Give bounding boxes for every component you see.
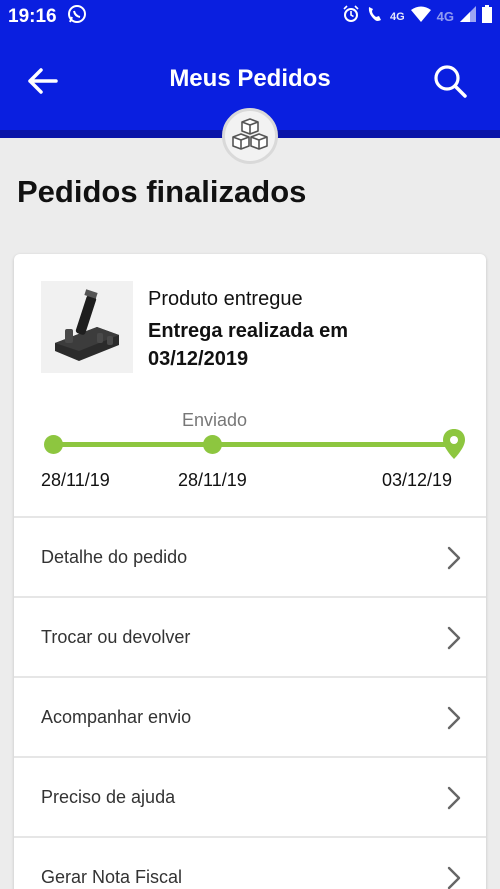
generate-invoice-item[interactable]: Gerar Nota Fiscal [14,836,486,889]
timeline-date-delivered: 03/12/19 [382,470,453,490]
delivery-timeline: Enviado 28/11/19 28/11/19 03/12/19 [14,404,486,504]
exchange-return-label: Trocar ou devolver [41,626,191,647]
chevron-right-icon [447,546,461,570]
page-title: Meus Pedidos [169,65,331,92]
timeline-date-shipped: 28/11/19 [178,470,247,490]
search-button[interactable] [430,61,470,101]
network-type-label-secondary: 4G [436,9,454,24]
product-image[interactable] [41,281,133,373]
timeline-dot-start [44,435,63,454]
status-bar: 19:16 4G 4G [0,0,500,33]
timeline-caption: Enviado [182,410,248,430]
order-detail-item[interactable]: Detalhe do pedido [14,516,486,596]
timeline-dot-shipped [203,435,222,454]
section-title: Pedidos finalizados [17,174,307,209]
status-bar-right: 4G 4G [342,5,492,28]
chevron-right-icon [447,626,461,650]
trimmer-product-image [55,289,119,361]
boxes-icon [232,118,268,150]
timeline-progress-line [53,442,448,447]
signal-icon [460,6,476,27]
call-icon [366,5,384,28]
whatsapp-icon [67,4,87,29]
track-shipment-label: Acompanhar envio [41,706,192,727]
order-detail-label: Detalhe do pedido [41,546,188,567]
need-help-label: Preciso de ajuda [41,786,176,807]
search-icon [434,65,467,98]
boxes-badge [222,108,278,164]
wifi-icon [410,6,431,27]
chevron-right-icon [447,706,461,730]
alarm-icon [342,5,360,28]
delivery-status: Produto entregue [148,288,303,310]
chevron-right-icon [447,866,461,889]
need-help-item[interactable]: Preciso de ajuda [14,756,486,836]
order-card: Produto entregue Entrega realizada em 03… [14,254,486,889]
generate-invoice-label: Gerar Nota Fiscal [41,866,183,887]
track-shipment-item[interactable]: Acompanhar envio [14,676,486,756]
exchange-return-item[interactable]: Trocar ou devolver [14,596,486,676]
clock: 19:16 [8,5,57,27]
network-type-label: 4G [389,10,405,23]
chevron-right-icon [447,786,461,810]
order-actions-list: Detalhe do pedido Trocar ou devolver Aco… [14,516,486,889]
delivery-detail: Entrega realizada em 03/12/2019 [148,320,349,370]
battery-icon [482,5,492,28]
timeline-date-ordered: 28/11/19 [41,470,110,490]
location-pin-icon [443,429,465,459]
status-bar-left: 19:16 [8,4,87,29]
